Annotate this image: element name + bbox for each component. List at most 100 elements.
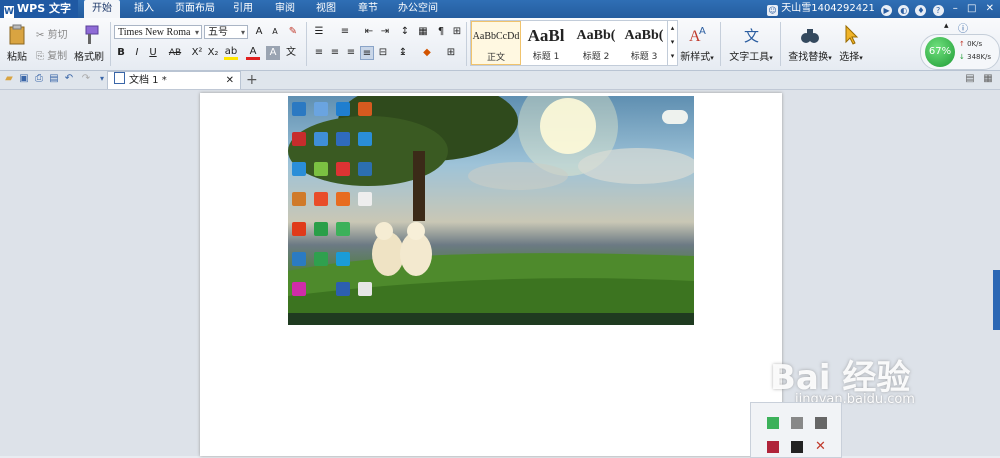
bold-icon[interactable]: B	[114, 46, 128, 60]
borders-icon[interactable]: ⊞	[444, 46, 458, 60]
close-icon[interactable]: ✕	[986, 3, 994, 14]
desktop-icon	[358, 162, 372, 176]
minimize-icon[interactable]: –	[953, 3, 958, 14]
desktop-icon	[314, 222, 328, 236]
skin-icon[interactable]: ◐	[898, 5, 910, 16]
select-button[interactable]: 选择▾	[836, 24, 866, 63]
document-tab[interactable]: 文档 1 * ✕	[107, 71, 241, 89]
divider	[466, 22, 467, 66]
tab-references[interactable]: 引用	[226, 0, 260, 18]
tab-list-icon[interactable]: ▤	[964, 73, 976, 85]
undo-icon[interactable]: ↶	[63, 73, 75, 85]
paste-button[interactable]: 粘贴	[2, 24, 32, 63]
desktop-icon	[292, 132, 306, 146]
print-icon[interactable]: ⎙	[33, 73, 45, 85]
tray-icon[interactable]	[767, 417, 779, 429]
font-name-select[interactable]: Times New Roma ▾	[114, 25, 202, 39]
sort-icon[interactable]: ↕	[398, 25, 412, 39]
decrease-indent-icon[interactable]: ⇤	[362, 25, 376, 39]
tray-icon[interactable]	[767, 441, 779, 453]
format-painter-button[interactable]: 格式刷	[72, 24, 106, 63]
tray-icon[interactable]	[791, 441, 803, 453]
tab-insert[interactable]: 插入	[128, 0, 160, 18]
memory-percent: 67%	[925, 37, 955, 67]
justify-icon[interactable]: ≡	[360, 46, 374, 60]
underline-icon[interactable]: U	[146, 46, 160, 60]
align-right-icon[interactable]: ≡	[344, 46, 358, 60]
font-size-select[interactable]: 五号 ▾	[204, 25, 248, 39]
char-shading-icon[interactable]: A	[266, 46, 280, 60]
align-center-icon[interactable]: ≡	[328, 46, 342, 60]
superscript-icon[interactable]: X²	[190, 46, 204, 60]
text-tools-button[interactable]: 文 文字工具▾	[726, 24, 776, 63]
strikethrough-icon[interactable]: AB	[166, 46, 184, 60]
numbered-list-icon[interactable]: ≡	[338, 25, 352, 39]
scrollbar-thumb[interactable]	[993, 270, 1000, 330]
highlight-icon[interactable]: ab	[224, 46, 238, 60]
desktop-icon	[292, 282, 306, 296]
gallery-scroll-icon[interactable]: ▴ ▾ ▾	[667, 21, 677, 65]
help-icon[interactable]: ?	[932, 5, 944, 16]
desktop-icon	[336, 222, 350, 236]
clear-format-icon[interactable]: ✎	[286, 25, 300, 39]
desktop-icon	[358, 192, 372, 206]
table-icon[interactable]: ▦	[416, 25, 430, 39]
style-heading-2[interactable]: AaBb( 标题 2	[571, 21, 621, 65]
redo-icon[interactable]: ↷	[80, 73, 92, 85]
embedded-screenshot-image[interactable]	[288, 96, 694, 325]
phonetic-icon[interactable]: 文	[284, 46, 298, 60]
tab-view[interactable]: 视图	[309, 0, 343, 18]
desktop-icon	[358, 102, 372, 116]
play-icon[interactable]: ▶	[881, 5, 893, 16]
new-tab-icon[interactable]: +	[246, 71, 258, 89]
close-tab-icon[interactable]: ✕	[226, 72, 234, 89]
align-left-icon[interactable]: ≡	[312, 46, 326, 60]
cut-button[interactable]: ✂ 剪切	[36, 26, 68, 41]
user-avatar-icon: ☺	[767, 5, 779, 16]
style-heading-3[interactable]: AaBb( 标题 3	[621, 21, 667, 65]
tab-page-layout[interactable]: 页面布局	[170, 0, 220, 18]
divider	[306, 22, 307, 66]
increase-indent-icon[interactable]: ⇥	[378, 25, 392, 39]
text-tools-label: 文字工具	[729, 52, 770, 63]
user-name[interactable]: 天山雪1404292421	[781, 3, 875, 14]
help-icon[interactable]: ⓘ	[958, 20, 968, 35]
shrink-font-icon[interactable]: A	[268, 25, 282, 39]
bullet-list-icon[interactable]: ☰	[312, 25, 326, 39]
font-name-value: Times New Roma	[118, 27, 191, 38]
tab-start[interactable]: 开始	[84, 0, 120, 18]
shirt-icon[interactable]: ♦	[915, 5, 927, 16]
grow-font-icon[interactable]: A	[252, 25, 266, 39]
line-spacing-icon[interactable]: ↨	[396, 46, 410, 60]
find-replace-button[interactable]: 查找替换▾	[784, 24, 836, 63]
distribute-icon[interactable]: ⊟	[376, 46, 390, 60]
italic-icon[interactable]: I	[130, 46, 144, 60]
tab-chapter[interactable]: 章节	[351, 0, 385, 18]
ribbon-collapse-icon[interactable]: ▴	[944, 21, 949, 31]
desktop-icon	[314, 252, 328, 266]
maximize-icon[interactable]: □	[967, 3, 976, 14]
print-preview-icon[interactable]: ▤	[48, 73, 60, 85]
save-icon[interactable]: ▣	[18, 73, 30, 85]
tab-office-space[interactable]: 办公空间	[393, 0, 443, 18]
grid-icon[interactable]: ⊞	[450, 25, 464, 39]
style-normal[interactable]: AaBbCcDd 正文	[471, 21, 521, 65]
desktop-icon	[336, 282, 350, 296]
subscript-icon[interactable]: X₂	[206, 46, 220, 60]
tray-icon[interactable]	[791, 417, 803, 429]
tab-review[interactable]: 审阅	[268, 0, 302, 18]
tab-menu-icon[interactable]: ▦	[982, 73, 994, 85]
app-menu-button[interactable]: WWPS 文字 ▾	[0, 0, 78, 32]
speed-widget[interactable]: 67% ↑ 0K/s ↓ 348K/s	[920, 34, 1000, 70]
style-preview: AaBb(	[576, 28, 616, 43]
open-folder-icon[interactable]: ▰	[3, 73, 15, 85]
style-heading-1[interactable]: AaBl 标题 1	[521, 21, 571, 65]
show-marks-icon[interactable]: ¶	[434, 25, 448, 39]
tray-icon[interactable]	[815, 417, 827, 429]
brush-icon	[78, 24, 100, 46]
shading-icon[interactable]: ◆	[420, 46, 434, 60]
new-style-button[interactable]: AA 新样式▾	[678, 24, 716, 63]
copy-button[interactable]: ⎘ 复制	[36, 47, 67, 62]
font-color-icon[interactable]: A	[246, 46, 260, 60]
close-icon[interactable]: ✕	[815, 439, 826, 454]
